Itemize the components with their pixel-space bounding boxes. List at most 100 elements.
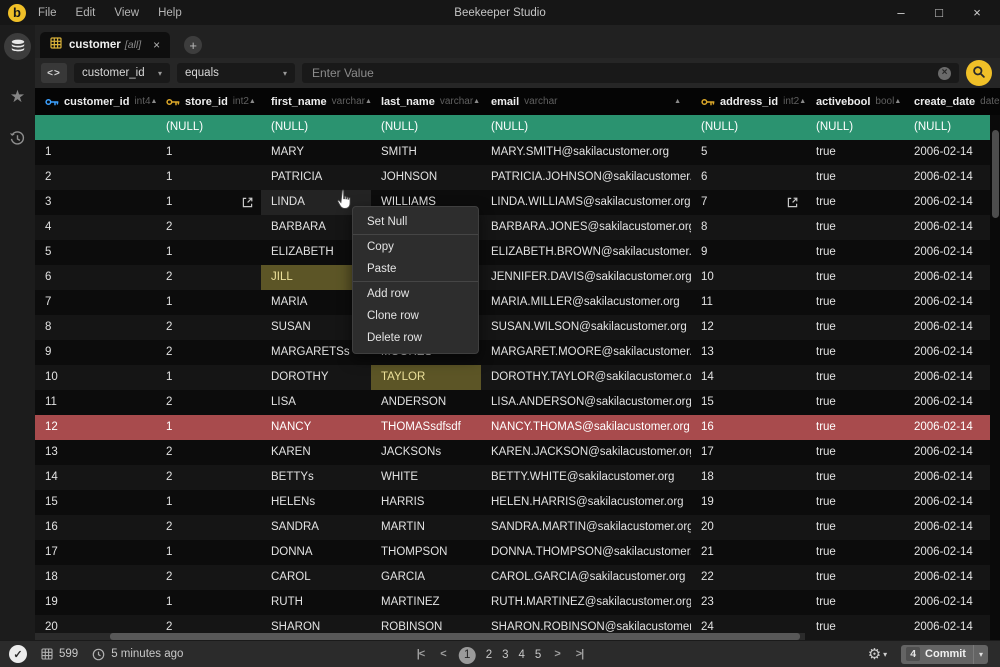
cell-store_id[interactable]: 2: [156, 390, 261, 415]
last-page-button[interactable]: >|: [576, 648, 584, 660]
sql-code-toggle-button[interactable]: <>: [41, 63, 67, 83]
cell-create_date[interactable]: 2006-02-14: [904, 440, 990, 465]
cell-last_name[interactable]: (NULL): [371, 115, 481, 140]
cell-activebool[interactable]: true: [806, 515, 904, 540]
cell-first_name[interactable]: DOROTHY: [261, 365, 371, 390]
next-page-button[interactable]: >: [554, 648, 559, 660]
page-button-2[interactable]: 2: [486, 649, 492, 661]
cell-store_id[interactable]: 2: [156, 340, 261, 365]
cell-activebool[interactable]: true: [806, 240, 904, 265]
cell-store_id[interactable]: 2: [156, 265, 261, 290]
context-menu-item-add-row[interactable]: Add row: [353, 283, 478, 305]
commit-button[interactable]: 4 Commit ▾: [901, 645, 988, 664]
cell-create_date[interactable]: 2006-02-14: [904, 415, 990, 440]
cell-create_date[interactable]: 2006-02-14: [904, 215, 990, 240]
cell-email[interactable]: SUSAN.WILSON@sakilacustomer.org: [481, 315, 691, 340]
close-button[interactable]: ×: [970, 0, 984, 25]
column-header-email[interactable]: emailvarchar▲: [481, 88, 691, 115]
filter-value-input[interactable]: [302, 63, 959, 83]
commit-dropdown-button[interactable]: ▾: [973, 645, 988, 664]
cell-email[interactable]: JENNIFER.DAVIS@sakilacustomer.org: [481, 265, 691, 290]
cell-customer_id[interactable]: 14: [35, 465, 156, 490]
horizontal-scrollbar[interactable]: [35, 633, 805, 640]
cell-email[interactable]: (NULL): [481, 115, 691, 140]
sidebar-item-history[interactable]: [0, 130, 35, 152]
menu-edit[interactable]: Edit: [76, 7, 96, 19]
cell-store_id[interactable]: 2: [156, 465, 261, 490]
new-tab-button[interactable]: +: [184, 36, 202, 54]
cell-activebool[interactable]: true: [806, 265, 904, 290]
cell-last_name[interactable]: THOMASsdfsdf: [371, 415, 481, 440]
cell-email[interactable]: BETTY.WHITE@sakilacustomer.org: [481, 465, 691, 490]
cell-store_id[interactable]: 1: [156, 490, 261, 515]
cell-address_id[interactable]: (NULL): [691, 115, 806, 140]
cell-email[interactable]: MARIA.MILLER@sakilacustomer.org: [481, 290, 691, 315]
context-menu-item-clone-row[interactable]: Clone row: [353, 305, 478, 327]
cell-last_name[interactable]: GARCIA: [371, 565, 481, 590]
cell-create_date[interactable]: 2006-02-14: [904, 565, 990, 590]
cell-email[interactable]: BARBARA.JONES@sakilacustomer.org: [481, 215, 691, 240]
cell-first_name[interactable]: RUTH: [261, 590, 371, 615]
cell-activebool[interactable]: true: [806, 490, 904, 515]
cell-last_name[interactable]: TAYLOR: [371, 365, 481, 390]
cell-customer_id[interactable]: 8: [35, 315, 156, 340]
cell-customer_id[interactable]: 10: [35, 365, 156, 390]
cell-store_id[interactable]: 1: [156, 190, 261, 215]
cell-activebool[interactable]: true: [806, 365, 904, 390]
vertical-scrollbar[interactable]: [992, 130, 999, 218]
cell-address_id[interactable]: 23: [691, 590, 806, 615]
cell-store_id[interactable]: 1: [156, 365, 261, 390]
cell-create_date[interactable]: 2006-02-14: [904, 365, 990, 390]
tab-close-icon[interactable]: ×: [153, 38, 160, 52]
cell-customer_id[interactable]: 15: [35, 490, 156, 515]
cell-create_date[interactable]: 2006-02-14: [904, 290, 990, 315]
cell-last_name[interactable]: JOHNSON: [371, 165, 481, 190]
cell-customer_id[interactable]: 1: [35, 140, 156, 165]
cell-customer_id[interactable]: 6: [35, 265, 156, 290]
cell-customer_id[interactable]: 19: [35, 590, 156, 615]
cell-activebool[interactable]: true: [806, 340, 904, 365]
context-menu-item-copy[interactable]: Copy: [353, 236, 478, 258]
cell-email[interactable]: NANCY.THOMAS@sakilacustomer.org: [481, 415, 691, 440]
cell-create_date[interactable]: 2006-02-14: [904, 190, 990, 215]
cell-store_id[interactable]: 1: [156, 290, 261, 315]
cell-activebool[interactable]: true: [806, 190, 904, 215]
cell-first_name[interactable]: PATRICIA: [261, 165, 371, 190]
cell-store_id[interactable]: 2: [156, 565, 261, 590]
column-header-first_name[interactable]: first_namevarchar▲: [261, 88, 371, 115]
cell-address_id[interactable]: 6: [691, 165, 806, 190]
cell-first_name[interactable]: DONNA: [261, 540, 371, 565]
cell-address_id[interactable]: 21: [691, 540, 806, 565]
column-header-create_date[interactable]: create_datedate▲: [904, 88, 990, 115]
cell-customer_id[interactable]: 18: [35, 565, 156, 590]
column-header-last_name[interactable]: last_namevarchar▲: [371, 88, 481, 115]
cell-customer_id[interactable]: 2: [35, 165, 156, 190]
cell-first_name[interactable]: MARY: [261, 140, 371, 165]
cell-address_id[interactable]: 18: [691, 465, 806, 490]
menu-help[interactable]: Help: [158, 7, 182, 19]
cell-create_date[interactable]: 2006-02-14: [904, 390, 990, 415]
cell-activebool[interactable]: true: [806, 390, 904, 415]
filter-field-select[interactable]: customer_id ▾: [74, 63, 170, 83]
cell-activebool[interactable]: true: [806, 540, 904, 565]
cell-create_date[interactable]: 2006-02-14: [904, 540, 990, 565]
cell-create_date[interactable]: 2006-02-14: [904, 340, 990, 365]
cell-email[interactable]: MARGARET.MOORE@sakilacustomer.org: [481, 340, 691, 365]
sidebar-item-tables[interactable]: [0, 33, 35, 60]
gear-icon[interactable]: ⚙▾: [868, 645, 887, 663]
maximize-button[interactable]: □: [932, 0, 946, 25]
cell-email[interactable]: MARY.SMITH@sakilacustomer.org: [481, 140, 691, 165]
cell-email[interactable]: DONNA.THOMPSON@sakilacustomer.org: [481, 540, 691, 565]
cell-customer_id[interactable]: 13: [35, 440, 156, 465]
cell-activebool[interactable]: true: [806, 165, 904, 190]
cell-address_id[interactable]: 16: [691, 415, 806, 440]
cell-activebool[interactable]: true: [806, 215, 904, 240]
cell-activebool[interactable]: true: [806, 415, 904, 440]
cell-customer_id[interactable]: 17: [35, 540, 156, 565]
cell-create_date[interactable]: 2006-02-14: [904, 315, 990, 340]
cell-email[interactable]: PATRICIA.JOHNSON@sakilacustomer.org: [481, 165, 691, 190]
cell-address_id[interactable]: 15: [691, 390, 806, 415]
cell-create_date[interactable]: 2006-02-14: [904, 465, 990, 490]
cell-activebool[interactable]: true: [806, 315, 904, 340]
cell-first_name[interactable]: CAROL: [261, 565, 371, 590]
